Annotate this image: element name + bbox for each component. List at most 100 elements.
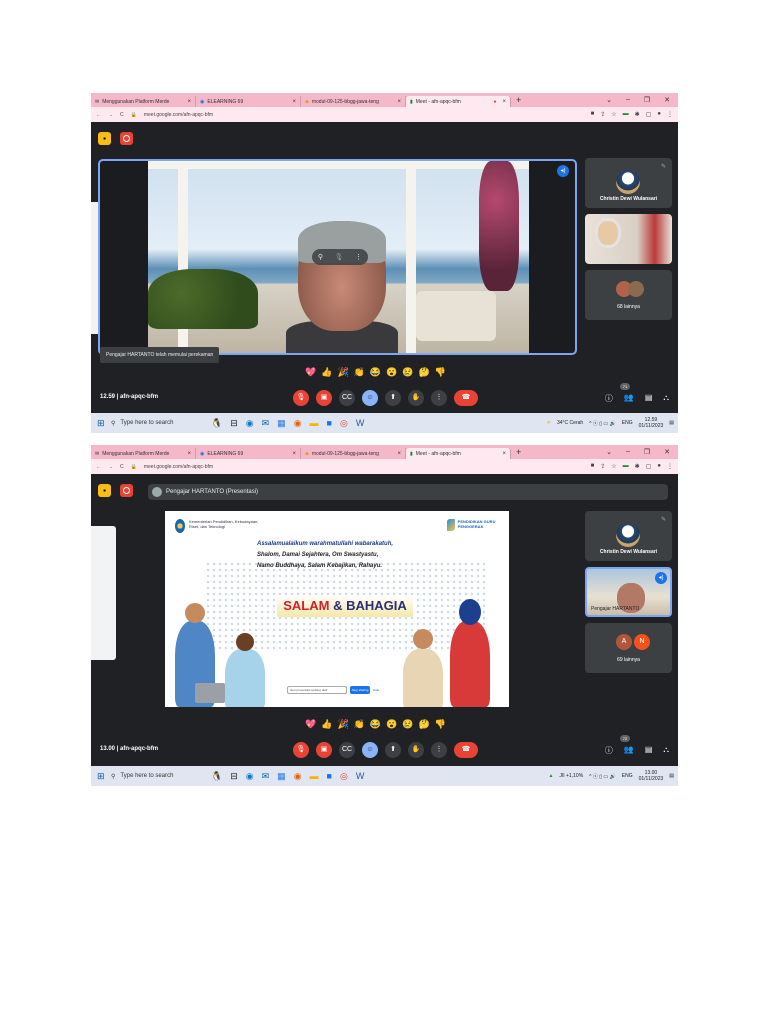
recording-icon[interactable] [120,484,133,497]
browser-tab[interactable]: ✉ Menggunakan Platform Merde × [91,96,196,107]
present-button[interactable]: ⬆ [385,742,401,758]
pin-icon[interactable]: ⚲ [318,253,323,261]
puzzle-icon[interactable]: ✱ [635,111,640,118]
chevron-down-icon[interactable]: ⌄ [606,96,612,104]
close-icon[interactable]: × [187,451,191,457]
reaction-party-icon[interactable]: 🎉 [337,365,348,379]
clock[interactable]: 13.00 01/11/2023 [639,770,664,782]
camera-toggle-button[interactable]: ▣ [316,742,332,758]
reaction-party-icon[interactable]: 🎉 [337,717,348,731]
folder-icon[interactable]: ▬ [310,771,319,782]
word-icon[interactable]: W [356,771,365,782]
maximize-button[interactable]: ❐ [644,448,650,456]
task-view-icon[interactable]: ⊟ [230,418,238,429]
browser-tab[interactable]: ✉ Menggunakan Platform Merde × [91,448,196,459]
raise-hand-button[interactable]: ✋ [408,390,424,406]
widget-icon[interactable]: 🐧 [211,771,222,782]
chat-icon[interactable]: ▤ [645,393,653,404]
captions-button[interactable]: CC [339,742,355,758]
browser-tab-active[interactable]: ▮ Meet - afn-apqc-bfm × [406,448,511,459]
camera-icon[interactable]: ■ [591,463,595,470]
close-icon[interactable]: × [502,451,506,457]
forward-icon[interactable]: → [108,464,113,470]
activities-icon[interactable]: ⛬ [663,745,669,756]
more-options-button[interactable]: ⋮ [431,390,447,406]
minimize-button[interactable]: – [626,448,630,456]
main-video-tile[interactable]: ⚲ 🎙 ⋮ ◂) [98,159,577,355]
reaction-heart-icon[interactable]: 💖 [305,365,316,379]
reaction-heart-icon[interactable]: 💖 [305,717,316,731]
leave-call-button[interactable]: ☎ [454,390,478,406]
participant-tile[interactable]: ✎ Christin Dewi Wulansari [585,158,672,208]
more-participants-tile[interactable]: AN 69 lainnya [585,623,672,673]
puzzle-icon[interactable]: ✱ [635,463,640,470]
language-indicator[interactable]: ENG [622,420,633,426]
reaction-thumbsdown-icon[interactable]: 👎 [435,717,446,731]
taskbar-search[interactable]: ⚲ Type here to search [111,420,191,427]
extension-icon[interactable]: ▬ [623,111,629,118]
edge-icon[interactable]: ◉ [246,418,254,429]
raise-hand-button[interactable]: ✋ [408,742,424,758]
reaction-think-icon[interactable]: 🤔 [419,365,430,379]
url-field[interactable]: meet.google.com/afn-apqc-bfm [144,112,213,118]
participant-tile[interactable]: ✎ Christin Dewi Wulansari [585,511,672,561]
windows-start-icon[interactable]: ⊞ [97,771,111,782]
present-button[interactable]: ⬆ [385,390,401,406]
reaction-surprise-icon[interactable]: 😮 [386,365,397,379]
widget-icon[interactable]: 🐧 [211,418,222,429]
reaction-laugh-icon[interactable]: 😂 [370,717,381,731]
participant-tile[interactable]: Nanik Haryanti [585,214,672,264]
back-icon[interactable]: ← [96,464,101,470]
mail-app-icon[interactable]: ✉ [262,418,270,429]
profile-icon[interactable]: ● [657,111,661,118]
edge-icon[interactable]: ◉ [246,771,254,782]
browser-tab-active[interactable]: ▮ Meet - afn-apqc-bfm ● × [406,96,511,107]
reaction-clap-icon[interactable]: 👏 [354,717,365,731]
reload-icon[interactable]: C [120,112,124,118]
reaction-surprise-icon[interactable]: 😮 [386,717,397,731]
info-icon[interactable]: ⓘ [605,393,613,404]
close-icon[interactable]: × [292,99,296,105]
forward-icon[interactable]: → [108,112,113,118]
minimize-button[interactable]: – [626,96,630,104]
firefox-icon[interactable]: ◉ [294,418,302,429]
camera-icon[interactable]: ■ [591,111,595,118]
star-icon[interactable]: ☆ [611,463,616,470]
more-icon[interactable]: ⋮ [355,253,362,261]
info-icon[interactable]: ⓘ [605,745,613,756]
more-participants-tile[interactable]: 68 lainnya [585,270,672,320]
reactions-button[interactable]: ☺ [362,390,378,406]
reaction-laugh-icon[interactable]: 😂 [370,365,381,379]
zoom-app-icon[interactable]: ■ [327,418,332,429]
close-window-button[interactable]: ✕ [664,96,670,104]
store-icon[interactable]: ▦ [277,771,286,782]
task-view-icon[interactable]: ⊟ [230,771,238,782]
star-icon[interactable]: ☆ [611,111,616,118]
leave-call-button[interactable]: ☎ [454,742,478,758]
activities-icon[interactable]: ⛬ [663,393,669,404]
browser-tab[interactable]: ◆ modul-09-125-bbgg-jawa-teng × [301,448,406,459]
close-icon[interactable]: × [502,99,506,105]
back-icon[interactable]: ← [96,112,101,118]
reaction-clap-icon[interactable]: 👏 [354,365,365,379]
new-tab-button[interactable]: + [516,95,521,105]
reaction-thumbsdown-icon[interactable]: 👎 [435,365,446,379]
reaction-sad-icon[interactable]: 😢 [402,365,413,379]
taskbar-search[interactable]: ⚲ Type here to search [111,773,191,780]
browser-tab[interactable]: ◆ modul-09-125-bbgg-jawa-teng × [301,96,406,107]
store-icon[interactable]: ▦ [277,418,286,429]
host-controls-icon[interactable]: ▪ [98,484,111,497]
stop-sharing-button[interactable]: Stop sharing [350,686,370,694]
more-options-button[interactable]: ⋮ [431,742,447,758]
reaction-thumbsup-icon[interactable]: 👍 [321,365,332,379]
captions-button[interactable]: CC [339,390,355,406]
sidepanel-icon[interactable]: ▢ [646,463,652,470]
tray-icons[interactable]: ^ ⓢ ▯ ▭ 🔊 [589,773,616,780]
word-icon[interactable]: W [356,418,365,429]
menu-icon[interactable]: ⋮ [667,463,673,470]
reaction-sad-icon[interactable]: 😢 [402,717,413,731]
reactions-button[interactable]: ☺ [362,742,378,758]
extension-icon[interactable]: ▬ [623,463,629,470]
tray-icons[interactable]: ^ ⓢ ▯ ▭ 🔊 [589,420,616,427]
reload-icon[interactable]: C [120,464,124,470]
